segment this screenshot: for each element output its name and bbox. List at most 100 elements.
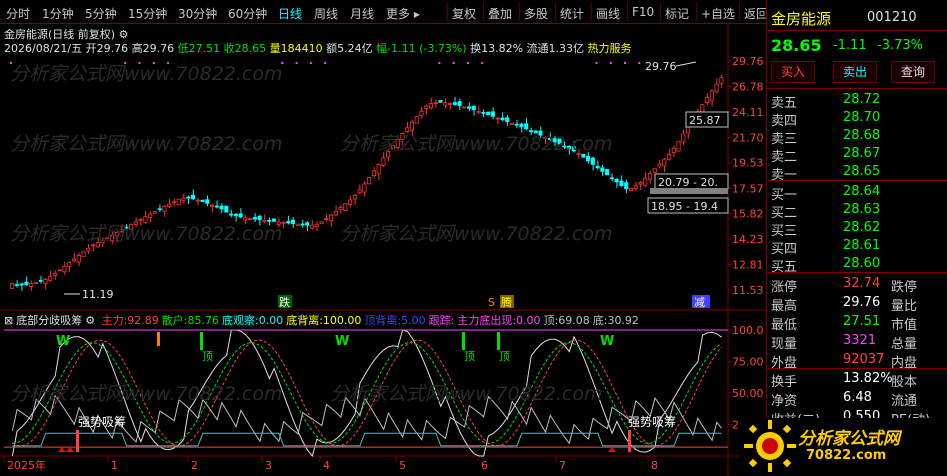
price-axis-label: 24.11	[732, 106, 764, 119]
stat-row-1[interactable]: 最高 29.76 量比	[771, 295, 943, 314]
bid-row-0[interactable]: 买一 28.64	[771, 184, 943, 203]
query-button[interactable]: 查询	[891, 61, 935, 83]
row-label: 卖四	[771, 114, 798, 129]
ask-row-2[interactable]: 卖三 28.68	[771, 128, 943, 147]
candle-body	[457, 101, 462, 107]
candle-body	[467, 106, 472, 109]
candle-body	[681, 133, 686, 143]
indicator-close-icon[interactable]: ⊠	[4, 314, 13, 327]
signal-dot	[324, 62, 327, 64]
indicator-name[interactable]: 底部分歧吸筹	[16, 314, 82, 327]
stat-row-2[interactable]: 最低 27.51 市值	[771, 314, 943, 333]
high-label: 高	[131, 42, 143, 55]
ask-row-0[interactable]: 卖五 28.72	[771, 92, 943, 111]
candle-body	[666, 154, 672, 160]
ask-row-1[interactable]: 卖四 28.70	[771, 110, 943, 129]
candle-body	[257, 215, 262, 221]
candle-body	[143, 216, 148, 223]
row-value: 28.62	[843, 220, 881, 235]
candle-body	[605, 169, 610, 176]
close-value: 28.65	[234, 42, 267, 55]
indicator-item-5: 跟踪:	[428, 314, 455, 327]
row-label-2: 股本	[891, 375, 918, 390]
candle-body	[662, 158, 667, 167]
stat-row-6[interactable]: 净资 6.48 流通	[771, 390, 943, 409]
watermark: 分析家公式网www.70822.com	[340, 133, 613, 155]
row-label: 买五	[771, 260, 798, 275]
sell-button[interactable]: 卖出	[833, 61, 877, 83]
sector-label[interactable]: 热力服务	[588, 42, 632, 55]
row-label: 买四	[771, 242, 798, 257]
indicator-item-2: 底观察:0.00	[222, 314, 284, 327]
row-value: 28.60	[843, 256, 881, 271]
bid-row-4[interactable]: 买五 28.60	[771, 256, 943, 275]
candle-body	[614, 178, 619, 183]
candle-body	[628, 187, 633, 192]
ask-row-4[interactable]: 卖一 28.65	[771, 164, 943, 183]
row-value: 28.61	[843, 238, 881, 253]
low-label: 低	[177, 42, 189, 55]
ask-row-3[interactable]: 卖二 28.67	[771, 146, 943, 165]
row-label: 卖三	[771, 132, 798, 147]
candle-body	[633, 185, 638, 189]
row-label-2: 量比	[891, 299, 918, 314]
candle-body	[486, 111, 491, 116]
candle-body	[14, 284, 19, 286]
indicator-item-1: 散户:85.76	[161, 314, 219, 327]
bid-row-3[interactable]: 买四 28.61	[771, 238, 943, 257]
buy-button[interactable]: 买入	[771, 61, 815, 83]
w-mark: W	[600, 334, 614, 349]
open-value: 29.76	[96, 42, 129, 55]
candle-body	[719, 77, 724, 84]
price-box-label: 25.87	[689, 114, 721, 127]
signal-dot	[452, 62, 455, 64]
row-value: 32.74	[843, 276, 881, 291]
candle-body	[319, 221, 324, 224]
kline-chart[interactable]: 29.76 26.78 24.11 21.70 19.53 17.57 15.82 14.23…	[0, 0, 766, 476]
candle-body	[267, 219, 272, 222]
candle-body	[357, 189, 362, 194]
candle-body	[409, 121, 414, 132]
candle-body	[381, 157, 386, 166]
indicator-settings-icon[interactable]: ⚙	[85, 314, 95, 327]
watermark: 分析家公式网www.70822.com	[340, 223, 613, 245]
time-label: 4	[323, 459, 330, 472]
candle-body	[33, 281, 38, 284]
quote-stock-code: 001210	[867, 10, 917, 25]
stat-row-4[interactable]: 外盘 92037 内盘	[771, 352, 943, 371]
candle-body	[443, 102, 448, 106]
candle-body	[210, 204, 215, 207]
candle-body	[243, 217, 248, 221]
candle-body	[619, 180, 624, 186]
stat-row-5[interactable]: 换手 13.82% 股本	[771, 371, 943, 390]
price-band	[650, 188, 728, 194]
row-value: 28.64	[843, 184, 881, 199]
high-arrow	[675, 61, 697, 67]
bid-row-1[interactable]: 买二 28.63	[771, 202, 943, 221]
stat-row-0[interactable]: 涨停 32.74 跌停	[771, 276, 943, 295]
bid-row-2[interactable]: 买三 28.62	[771, 220, 943, 239]
signal-dot	[609, 62, 612, 64]
indicator-item-8: 底:30.92	[592, 314, 639, 327]
stat-row-3[interactable]: 现量 3321 总量	[771, 333, 943, 352]
row-value: 3321	[843, 333, 877, 348]
row-label: 卖二	[771, 150, 798, 165]
quote-stock-name: 金房能源	[771, 10, 832, 28]
candle-body	[352, 195, 357, 200]
indicator-item-4: 顶背离:5.00	[364, 314, 426, 327]
candle-body	[367, 177, 372, 185]
candle-body	[476, 111, 481, 114]
price-box-label: 18.95 - 19.4	[651, 200, 718, 213]
close-label: 收	[223, 42, 235, 55]
candle-body	[671, 147, 676, 153]
candle-body	[57, 269, 62, 272]
watermark: 分析家公式网www.70822.com	[10, 383, 283, 405]
row-label-2: 流通	[891, 394, 918, 409]
ohlc-readout: 2026/08/21/五 开29.76 高29.76 低27.51 收28.65…	[4, 40, 632, 56]
candle-body	[305, 222, 310, 226]
candle-body	[405, 127, 410, 133]
candle-body	[148, 213, 153, 219]
candle-body	[419, 110, 424, 117]
float-label: 流通	[526, 42, 549, 55]
candle-body	[609, 177, 614, 180]
